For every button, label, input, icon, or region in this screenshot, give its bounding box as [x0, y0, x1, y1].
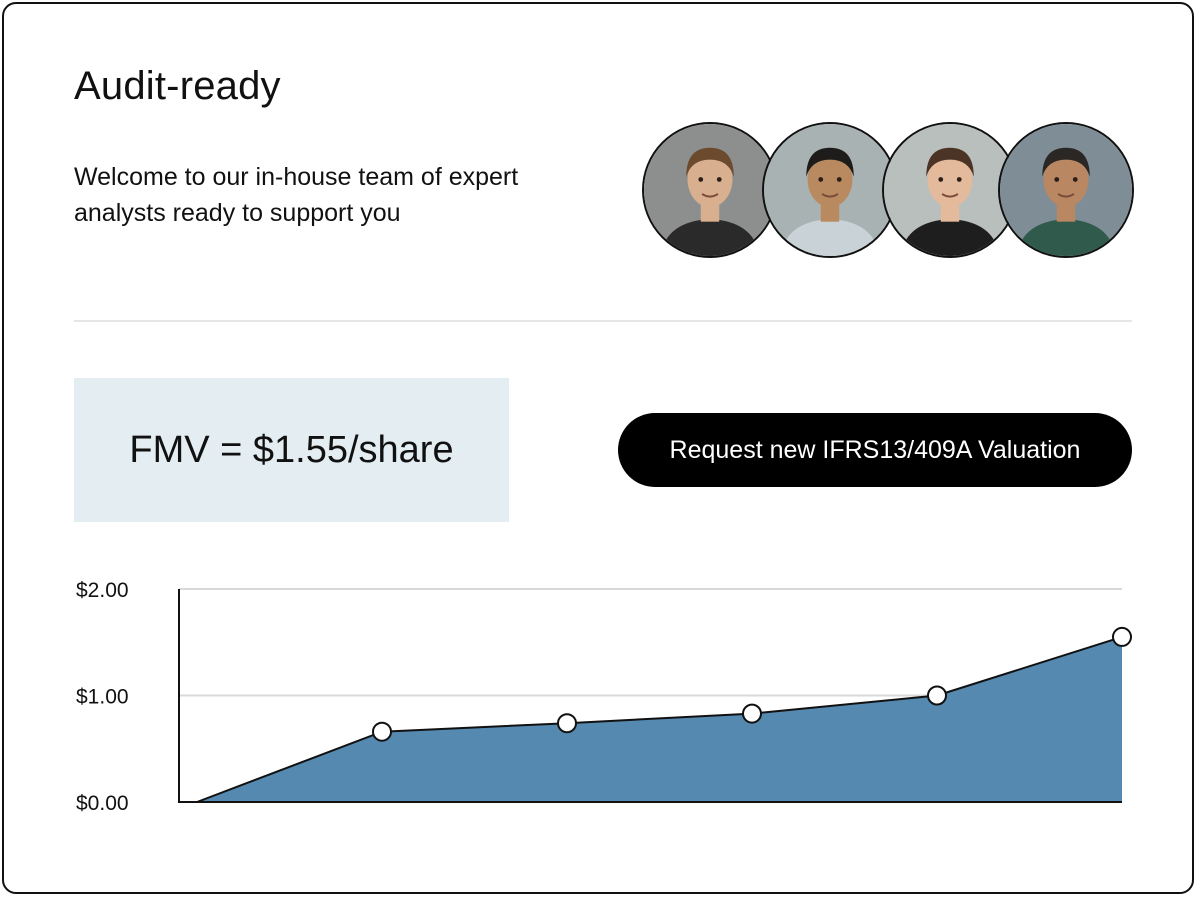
person-portrait-icon: [644, 124, 776, 256]
fmv-value-box: FMV = $1.55/share: [74, 378, 509, 522]
data-point-marker: [1112, 626, 1132, 647]
team-avatars: [642, 122, 1142, 268]
fmv-history-chart: $0.00 $1.00 $2.00: [76, 579, 1132, 815]
card-subtitle: Welcome to our in-house team of expert a…: [74, 163, 519, 227]
request-valuation-button[interactable]: Request new IFRS13/409A Valuation: [618, 413, 1132, 487]
card-title: Audit-ready: [74, 64, 281, 108]
request-valuation-label: Request new IFRS13/409A Valuation: [669, 435, 1081, 464]
data-point-marker: [557, 713, 577, 734]
person-portrait-icon: [764, 124, 896, 256]
y-tick-label: $0.00: [76, 792, 129, 815]
section-divider: [74, 320, 1132, 322]
valuation-card: Audit-ready Welcome to our in-house team…: [2, 2, 1194, 894]
data-point-marker: [927, 685, 947, 706]
avatar-analyst-1: [642, 122, 778, 258]
data-point-marker: [372, 721, 392, 742]
person-portrait-icon: [1000, 124, 1132, 256]
person-portrait-icon: [884, 124, 1016, 256]
fmv-value: FMV = $1.55/share: [129, 428, 454, 471]
fmv-area: [197, 636, 1122, 802]
avatar-analyst-4: [998, 122, 1134, 258]
y-tick-label: $2.00: [76, 579, 129, 602]
avatar-analyst-2: [762, 122, 898, 258]
y-tick-label: $1.00: [76, 686, 129, 709]
data-point-marker: [742, 703, 762, 724]
